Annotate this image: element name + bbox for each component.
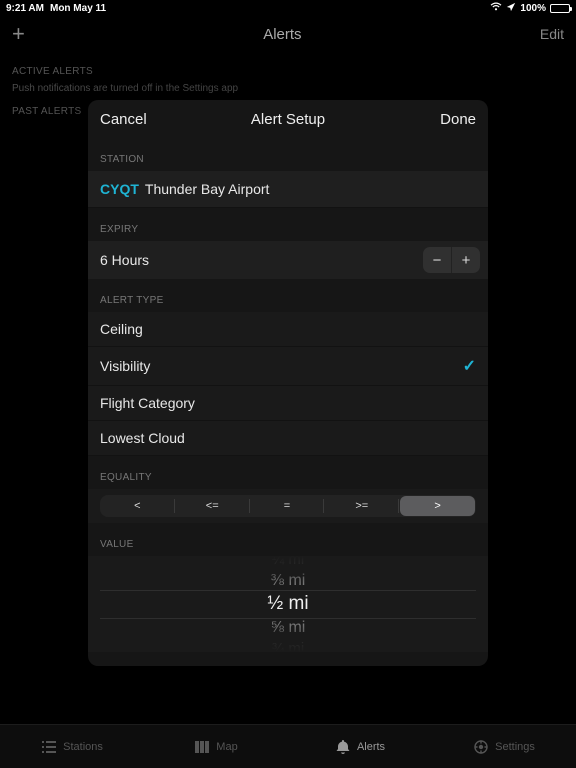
expiry-stepper[interactable]: − + bbox=[423, 247, 480, 273]
alert-type-label: Lowest Cloud bbox=[100, 430, 185, 446]
alert-type-row[interactable]: Flight Category bbox=[88, 386, 488, 421]
alert-type-row[interactable]: Ceiling bbox=[88, 312, 488, 347]
modal-header: Cancel Alert Setup Done bbox=[88, 100, 488, 138]
alert-type-label: Flight Category bbox=[100, 395, 195, 411]
tab-label: Alerts bbox=[357, 741, 385, 753]
value-picker[interactable]: ¼ mi⅜ mi½ mi⅝ mi¾ mi bbox=[88, 556, 488, 652]
station-row[interactable]: CYQT Thunder Bay Airport bbox=[88, 171, 488, 208]
add-alert-button[interactable]: + bbox=[12, 21, 25, 47]
alert-type-label: Visibility bbox=[100, 358, 150, 374]
value-section-header: VALUE bbox=[88, 523, 488, 556]
picker-item[interactable]: ⅜ mi bbox=[88, 570, 488, 591]
equality-option[interactable]: > bbox=[400, 496, 475, 516]
status-bar: 9:21 AM Mon May 11 100% bbox=[0, 0, 576, 16]
push-notifications-note: Push notifications are turned off in the… bbox=[12, 83, 564, 94]
alert-type-section-header: ALERT TYPE bbox=[88, 279, 488, 312]
page-title: Alerts bbox=[25, 26, 540, 43]
tab-label: Map bbox=[216, 741, 237, 753]
battery-icon bbox=[550, 4, 570, 13]
check-icon: ✓ bbox=[463, 356, 476, 376]
tab-label: Settings bbox=[495, 741, 535, 753]
map-icon bbox=[194, 739, 210, 755]
equality-segmented-control[interactable]: <<==>=> bbox=[100, 495, 476, 517]
expiry-value: 6 Hours bbox=[100, 252, 149, 268]
picker-item[interactable]: ¾ mi bbox=[88, 638, 488, 652]
stepper-minus-button[interactable]: − bbox=[423, 247, 451, 273]
equality-option[interactable]: <= bbox=[175, 495, 250, 517]
bell-icon bbox=[335, 739, 351, 755]
tab-label: Stations bbox=[63, 741, 103, 753]
equality-option[interactable]: = bbox=[250, 495, 325, 517]
equality-option[interactable]: < bbox=[100, 495, 175, 517]
stepper-plus-button[interactable]: + bbox=[452, 247, 480, 273]
tab-settings[interactable]: Settings bbox=[432, 725, 576, 768]
status-time: 9:21 AM bbox=[6, 3, 44, 14]
status-date: Mon May 11 bbox=[50, 3, 106, 14]
equality-section-header: EQUALITY bbox=[88, 456, 488, 489]
done-button[interactable]: Done bbox=[440, 111, 476, 128]
wifi-icon bbox=[490, 2, 502, 14]
equality-option[interactable]: >= bbox=[324, 495, 399, 517]
alert-type-row[interactable]: Lowest Cloud bbox=[88, 421, 488, 456]
alert-type-label: Ceiling bbox=[100, 321, 143, 337]
picker-item[interactable]: ⅝ mi bbox=[88, 617, 488, 638]
picker-item[interactable]: ½ mi bbox=[88, 591, 488, 617]
tab-stations[interactable]: Stations bbox=[0, 725, 144, 768]
gear-icon bbox=[473, 739, 489, 755]
tab-map[interactable]: Map bbox=[144, 725, 288, 768]
cancel-button[interactable]: Cancel bbox=[100, 111, 147, 128]
alerts-nav-header: + Alerts Edit bbox=[0, 16, 576, 52]
battery-pct: 100% bbox=[520, 3, 546, 14]
edit-button[interactable]: Edit bbox=[540, 26, 564, 42]
location-icon bbox=[506, 2, 516, 15]
modal-title: Alert Setup bbox=[88, 111, 488, 128]
alert-type-row[interactable]: Visibility ✓ bbox=[88, 347, 488, 386]
expiry-section-header: EXPIRY bbox=[88, 208, 488, 241]
station-code: CYQT bbox=[100, 181, 139, 197]
picker-item[interactable]: ¼ mi bbox=[88, 556, 488, 570]
list-icon bbox=[41, 739, 57, 755]
active-alerts-header: ACTIVE ALERTS bbox=[12, 66, 564, 77]
tab-alerts[interactable]: Alerts bbox=[288, 725, 432, 768]
station-section-header: STATION bbox=[88, 138, 488, 171]
tab-bar: Stations Map Alerts Settings bbox=[0, 724, 576, 768]
expiry-row: 6 Hours − + bbox=[88, 241, 488, 279]
station-name: Thunder Bay Airport bbox=[145, 181, 270, 197]
alert-setup-modal: Cancel Alert Setup Done STATION CYQT Thu… bbox=[88, 100, 488, 666]
